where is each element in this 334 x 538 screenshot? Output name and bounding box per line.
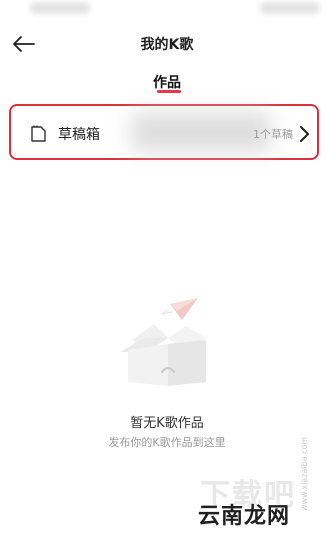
blurred-content [131,112,271,152]
page-title: 我的K歌 [140,37,194,53]
watermark: 下载吧 云南龙网 www.xiazaiba.com [190,437,324,529]
folder-icon [31,125,46,142]
status-bar-left [30,2,90,14]
drafts-row[interactable]: 草稿箱 1个草稿 [9,104,319,160]
tab-works[interactable]: 作品 [0,72,334,92]
tab-bar: 作品 [0,68,334,96]
header: 我的K歌 [0,22,334,66]
chevron-right-icon [300,126,309,142]
watermark-text: 云南龙网 [198,504,291,529]
drafts-label: 草稿箱 [58,127,100,143]
empty-subtitle: 发布你的K歌作品到这里 [108,436,226,449]
empty-title: 暂无K歌作品 [130,416,204,431]
tab-active-indicator [157,90,181,93]
status-bar [0,0,334,20]
status-bar-right [260,2,320,14]
empty-box-with-paper-plane-icon [120,298,206,386]
watermark-url: www.xiazaiba.com [300,436,309,511]
drafts-count: 1个草稿 [253,128,293,141]
